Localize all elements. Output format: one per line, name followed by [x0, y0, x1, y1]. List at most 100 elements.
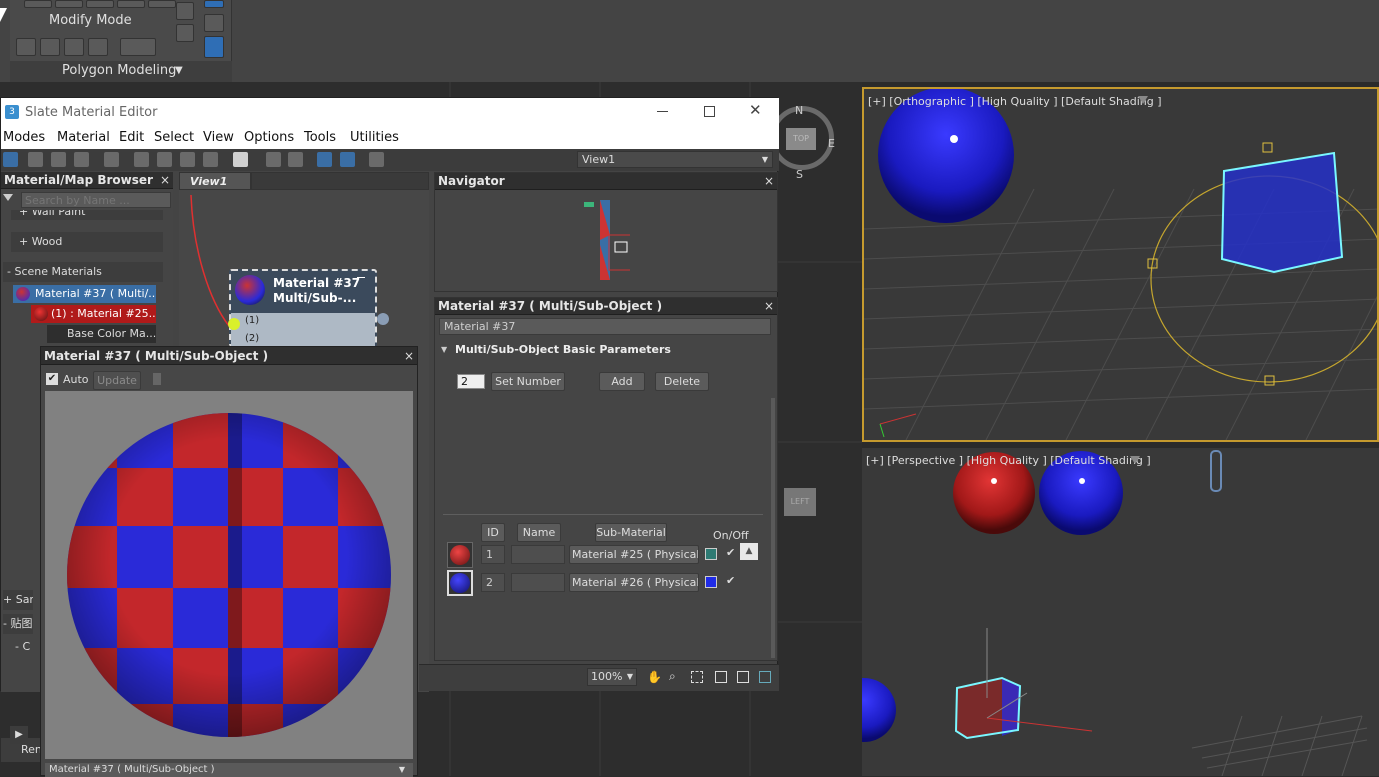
menu-tools[interactable]: Tools — [304, 130, 336, 145]
navigator-minimap[interactable] — [580, 195, 630, 285]
ortho-viewport-label[interactable]: [+] [Orthographic ] [High Quality ] [Def… — [868, 95, 1162, 108]
background-icon[interactable] — [203, 152, 218, 167]
view-dropdown[interactable]: View1 ▼ — [577, 151, 773, 168]
row1-onoff-checkbox[interactable]: ✔ — [726, 546, 735, 559]
preview-footer-dropdown[interactable]: Material #37 ( Multi/Sub-Object ) ▼ — [45, 763, 413, 777]
row2-submaterial-button[interactable]: Material #26 ( Physical Ma — [569, 573, 699, 592]
persp-filter-icon[interactable] — [1130, 456, 1140, 464]
header-id[interactable]: ID — [481, 523, 505, 542]
zoom-magnify-icon[interactable]: ⌕ — [669, 669, 676, 684]
ribbon-tool-3[interactable] — [86, 0, 114, 8]
maximize-view-icon[interactable] — [759, 671, 771, 683]
zoom-selected-icon[interactable] — [737, 671, 749, 683]
update-button[interactable]: Update — [93, 371, 141, 390]
category-scene-materials[interactable]: - Scene Materials — [3, 262, 163, 282]
category-tietu[interactable]: - 贴图 — [3, 614, 33, 634]
browser-search-input[interactable] — [21, 192, 171, 208]
category-wall-paint[interactable]: + Wall Paint — [11, 210, 163, 220]
navigator-close-icon[interactable]: × — [763, 175, 775, 187]
ribbon-tool-5[interactable] — [148, 0, 176, 8]
params-scrollbar[interactable] — [771, 398, 775, 658]
select-by-material-icon[interactable] — [369, 152, 384, 167]
params-toggle-icon[interactable] — [340, 152, 355, 167]
viewcube-top-face[interactable]: TOP — [786, 128, 816, 150]
row1-submaterial-button[interactable]: Material #25 ( Physical Ma — [569, 545, 699, 564]
menu-material[interactable]: Material — [57, 130, 110, 145]
menu-edit[interactable]: Edit — [119, 130, 144, 145]
delete-icon[interactable] — [104, 152, 119, 167]
delete-button[interactable]: Delete — [655, 372, 709, 391]
material-count-input[interactable]: 2 — [457, 374, 485, 389]
row2-onoff-checkbox[interactable]: ✔ — [726, 574, 735, 587]
category-samples[interactable]: + Sam — [3, 590, 33, 610]
category-wood[interactable]: + Wood — [11, 232, 163, 252]
maximize-icon[interactable] — [704, 106, 715, 117]
pan-hand-icon[interactable]: ✋ — [647, 670, 662, 684]
viewcube-left-face[interactable]: LEFT — [784, 488, 816, 516]
browser-toggle-icon[interactable] — [317, 152, 332, 167]
output-socket[interactable] — [377, 313, 389, 325]
close-icon[interactable]: ✕ — [749, 101, 762, 119]
polygon-modeling-bar[interactable]: Polygon Modeling ▼ — [10, 61, 232, 82]
add-button[interactable]: Add — [599, 372, 645, 391]
put-to-scene-icon[interactable] — [51, 152, 66, 167]
header-submaterial[interactable]: Sub-Material — [595, 523, 667, 542]
tree-item-material-25[interactable]: (1) : Material #25... — [31, 305, 156, 323]
play-icon[interactable]: ▶ — [10, 726, 28, 744]
category-c[interactable]: - C — [15, 637, 35, 657]
ribbon-sub-2[interactable] — [40, 38, 60, 56]
ribbon-tool-2[interactable] — [55, 0, 83, 8]
set-number-button[interactable]: Set Number — [491, 372, 565, 391]
dropdown-arrow-icon[interactable]: ▼ — [175, 65, 183, 76]
ribbon-tool-4[interactable] — [117, 0, 145, 8]
rollout-collapse-icon[interactable]: ▼ — [441, 345, 447, 354]
persp-viewport-label[interactable]: [+] [Perspective ] [High Quality ] [Defa… — [866, 454, 1151, 467]
layout-all-icon[interactable] — [266, 152, 281, 167]
row1-name[interactable] — [511, 545, 565, 564]
show-map-icon[interactable] — [180, 152, 195, 167]
layout-children-icon[interactable] — [288, 152, 303, 167]
row2-name[interactable] — [511, 573, 565, 592]
header-name[interactable]: Name — [517, 523, 561, 542]
scroll-up-icon[interactable]: ▲ — [740, 543, 758, 560]
node-slot-2[interactable]: (2) — [245, 333, 259, 344]
menu-utilities[interactable]: Utilities — [350, 130, 399, 145]
hide-unused-icon[interactable] — [157, 152, 172, 167]
browser-close-icon[interactable]: × — [159, 174, 171, 186]
ribbon-tool-1[interactable] — [24, 0, 52, 8]
preview-render-area[interactable] — [45, 391, 413, 759]
assign-material-icon[interactable] — [74, 152, 89, 167]
side-tool-1[interactable] — [176, 2, 194, 20]
row2-color-swatch[interactable] — [705, 576, 717, 588]
pick-material-icon[interactable] — [28, 152, 43, 167]
camera-light-icon[interactable] — [1210, 450, 1222, 492]
preview-close-icon[interactable]: × — [403, 350, 415, 362]
zoom-extents-icon[interactable] — [715, 671, 727, 683]
node-collapse-icon[interactable] — [357, 277, 365, 278]
row1-swatch[interactable] — [447, 542, 473, 568]
row1-color-swatch[interactable] — [705, 548, 717, 560]
menu-select[interactable]: Select — [154, 130, 194, 145]
side-tool-3[interactable] — [204, 14, 224, 32]
lock-icon[interactable] — [153, 373, 161, 385]
perspective-viewport[interactable]: [+] [Perspective ] [High Quality ] [Defa… — [862, 448, 1379, 776]
auto-checkbox[interactable]: ✔ — [46, 373, 58, 385]
move-children-icon[interactable] — [134, 152, 149, 167]
ribbon-sub-5[interactable] — [120, 38, 156, 56]
menu-view[interactable]: View — [203, 130, 234, 145]
ribbon-sub-3[interactable] — [64, 38, 84, 56]
search-options-icon[interactable] — [3, 194, 13, 202]
menu-modes[interactable]: Modes — [3, 130, 45, 145]
tree-item-base-color[interactable]: Base Color Ma... — [47, 325, 156, 343]
zoom-dropdown[interactable]: 100% ▼ — [587, 668, 637, 686]
side-tool-active[interactable] — [204, 0, 224, 8]
tree-item-material-37[interactable]: Material #37 ( Multi/... — [13, 285, 156, 303]
modify-tool-icon[interactable] — [204, 36, 224, 58]
sample-type-icon[interactable] — [233, 152, 248, 167]
select-tool-icon[interactable] — [3, 152, 18, 167]
minimize-icon[interactable] — [657, 111, 668, 112]
row2-id[interactable]: 2 — [481, 573, 505, 592]
ribbon-sub-1[interactable] — [16, 38, 36, 56]
rollout-title[interactable]: Multi/Sub-Object Basic Parameters — [455, 343, 671, 356]
params-close-icon[interactable]: × — [763, 300, 775, 312]
